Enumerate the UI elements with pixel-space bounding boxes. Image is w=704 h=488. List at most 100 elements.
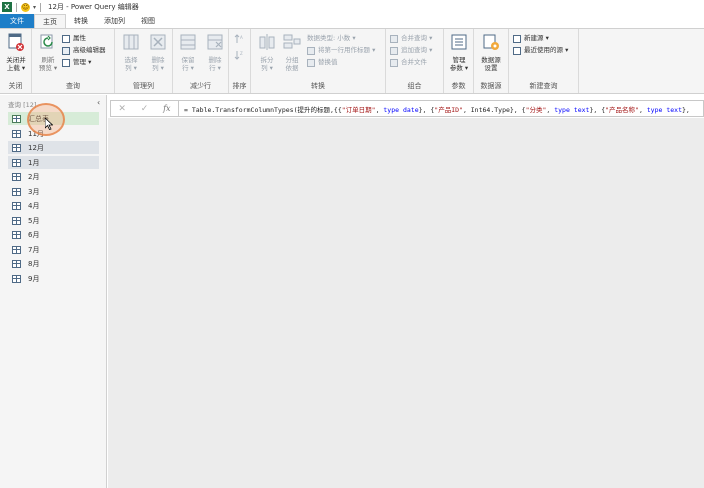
refresh-label-2: 预览 ▾ xyxy=(38,64,58,72)
properties-label: 属性 xyxy=(73,34,86,42)
append-queries-label: 追加查询 ▾ xyxy=(401,46,433,54)
transform-group-label: 转换 xyxy=(311,82,325,90)
query-item-label: 4月 xyxy=(28,201,40,210)
replace-values-button[interactable]: 替换值 xyxy=(307,57,338,68)
split-column-button[interactable]: 拆分 列 ▾ xyxy=(253,32,281,72)
query-item-label: 6月 xyxy=(28,230,40,239)
group-by-button[interactable]: 分组 依据 xyxy=(278,32,306,72)
query-item[interactable]: 12月 xyxy=(8,141,99,154)
confirm-formula-icon[interactable]: ✓ xyxy=(141,104,149,114)
query-item-label: 7月 xyxy=(28,245,40,254)
queries-pane: 查询 [12] ‹ 汇总表 11月 12月 1月 2月 3月 4月 5月 6月 … xyxy=(0,95,107,488)
query-item-label: 3月 xyxy=(28,187,40,196)
query-item[interactable]: 2月 xyxy=(8,170,99,183)
new-source-button[interactable]: 新建源 ▾ xyxy=(513,33,549,44)
query-item-label: 9月 xyxy=(28,274,40,283)
merge-files-button[interactable]: 合并文件 xyxy=(390,57,427,68)
manage-parameters-icon xyxy=(451,34,467,50)
title-separator-2 xyxy=(40,2,42,12)
delete-rows-label: 删除 xyxy=(208,56,222,64)
query-item-label: 5月 xyxy=(28,216,40,225)
manage-parameters-button[interactable]: 管理 参数 ▾ xyxy=(445,32,473,72)
query-item[interactable]: 4月 xyxy=(8,199,99,212)
data-source-settings-label-2: 设置 xyxy=(484,64,498,72)
formula-text: }, { xyxy=(418,105,435,114)
excel-icon: X xyxy=(2,2,12,12)
formula-string: "订单日期" xyxy=(341,105,376,114)
first-row-header-button[interactable]: 将第一行用作标题 ▾ xyxy=(307,45,375,56)
collapse-pane-icon[interactable]: ‹ xyxy=(97,98,100,107)
smiley-icon[interactable]: ☺ xyxy=(21,2,30,12)
table-icon xyxy=(12,114,21,123)
group-by-icon xyxy=(283,34,301,49)
append-queries-button[interactable]: 追加查询 ▾ xyxy=(390,45,432,56)
parameters-group: 管理 参数 ▾ 参数 xyxy=(444,29,474,93)
choose-columns-button[interactable]: 选择 列 ▾ xyxy=(117,32,145,72)
table-icon xyxy=(12,216,21,225)
keep-rows-button[interactable]: 保留 行 ▾ xyxy=(174,32,202,72)
formula-text: = Table.TransformColumnTypes(提升的标题,{{ xyxy=(184,105,342,114)
new-source-icon xyxy=(513,34,521,43)
data-preview-area[interactable] xyxy=(108,118,704,488)
combine-group-label: 组合 xyxy=(407,82,422,90)
refresh-icon xyxy=(40,34,53,49)
fx-icon[interactable]: fx xyxy=(163,104,170,113)
table-icon xyxy=(12,230,21,239)
manage-label: 管理 ▾ xyxy=(73,58,92,66)
remove-columns-button[interactable]: 删除 列 ▾ xyxy=(144,32,172,72)
tab-transform[interactable]: 转换 xyxy=(66,14,96,28)
table-icon xyxy=(12,187,21,196)
merge-queries-button[interactable]: 合并查询 ▾ xyxy=(390,33,432,44)
properties-button[interactable]: 属性 xyxy=(62,33,86,44)
query-item[interactable]: 7月 xyxy=(8,243,99,256)
formula-string: "分类" xyxy=(525,105,547,114)
tab-file[interactable]: 文件 xyxy=(0,14,34,28)
close-group: 关闭并 上载 ▾ 关闭 xyxy=(0,29,32,93)
recent-sources-label: 最近使用的源 ▾ xyxy=(524,46,569,54)
table-icon xyxy=(12,201,21,210)
close-load-button[interactable]: 关闭并 上载 ▾ xyxy=(2,32,30,72)
sort-descending-button[interactable]: Z xyxy=(234,49,244,60)
recent-sources-icon xyxy=(513,46,521,55)
query-item[interactable]: 5月 xyxy=(8,214,99,227)
formula-input[interactable]: = Table.TransformColumnTypes(提升的标题,{{"订单… xyxy=(179,104,690,114)
mouse-cursor-icon xyxy=(45,118,53,130)
formula-bar: ✕ ✓ fx = Table.TransformColumnTypes(提升的标… xyxy=(110,100,704,117)
query-item[interactable]: 3月 xyxy=(8,185,99,198)
query-item[interactable]: 9月 xyxy=(8,272,99,285)
group-by-label: 分组 xyxy=(285,56,299,64)
data-source-settings-button[interactable]: 数据源 设置 xyxy=(477,32,505,72)
reduce-rows-group: 保留 行 ▾ 删除 行 ▾ 减少行 xyxy=(173,29,229,93)
new-query-group-label: 新建查询 xyxy=(529,82,558,90)
formula-keyword: type text xyxy=(646,105,682,114)
data-type-dropdown[interactable]: 数据类型: 小数 ▾ xyxy=(307,33,356,44)
recent-sources-button[interactable]: 最近使用的源 ▾ xyxy=(513,45,568,56)
cancel-formula-icon[interactable]: ✕ xyxy=(118,104,126,114)
tab-home[interactable]: 主页 xyxy=(34,14,66,28)
refresh-label: 刷新 xyxy=(41,56,55,64)
table-icon xyxy=(12,143,21,152)
quick-access-dropdown[interactable]: ▾ xyxy=(33,4,36,11)
merge-queries-icon xyxy=(390,34,398,43)
tab-view[interactable]: 视图 xyxy=(133,14,163,28)
replace-values-icon xyxy=(307,58,315,67)
tab-add-column[interactable]: 添加列 xyxy=(96,14,133,28)
keep-rows-label-2: 行 ▾ xyxy=(182,64,194,72)
manage-button[interactable]: 管理 ▾ xyxy=(62,57,91,68)
new-source-label: 新建源 ▾ xyxy=(524,34,549,42)
query-item-label: 12月 xyxy=(28,143,44,152)
advanced-editor-button[interactable]: 高级编辑器 xyxy=(62,45,106,56)
formula-keyword: type text xyxy=(554,105,590,114)
delete-rows-button[interactable]: 删除 行 ▾ xyxy=(201,32,229,72)
split-column-label: 拆分 xyxy=(260,56,274,64)
svg-text:Z: Z xyxy=(240,51,243,56)
query-item[interactable]: 6月 xyxy=(8,228,99,241)
formula-string: "产品ID" xyxy=(434,105,463,114)
title-bar: X ☺ ▾ 12月 - Power Query 编辑器 xyxy=(0,0,704,14)
data-source-group: 数据源 设置 数据源 xyxy=(474,29,509,93)
sort-ascending-icon: A xyxy=(234,33,243,43)
refresh-preview-button[interactable]: 刷新 预览 ▾ xyxy=(34,32,62,72)
sort-ascending-button[interactable]: A xyxy=(234,33,244,44)
query-item[interactable]: 1月 xyxy=(8,156,99,169)
query-item[interactable]: 8月 xyxy=(8,257,99,270)
